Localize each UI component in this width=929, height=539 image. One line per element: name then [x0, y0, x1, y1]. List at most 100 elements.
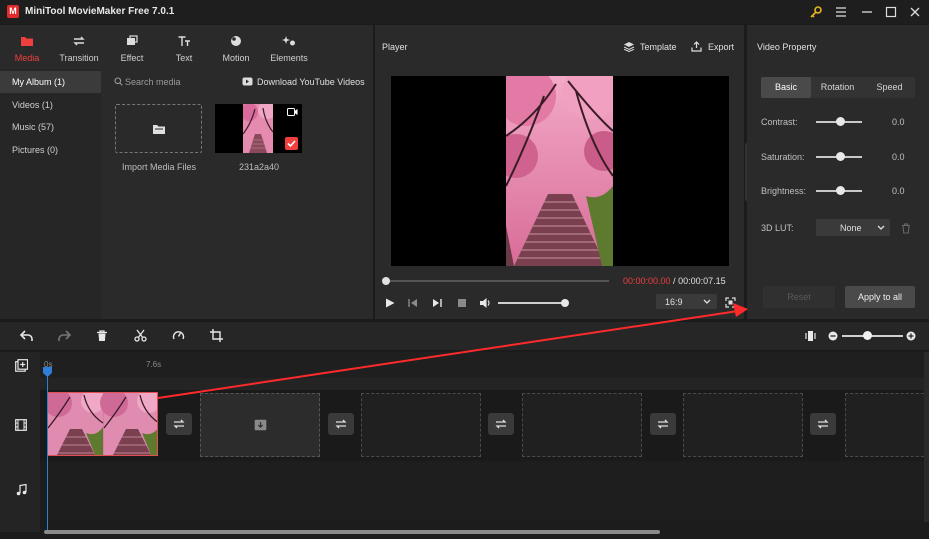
lut-label: 3D LUT: [761, 223, 794, 233]
apply-to-all-button[interactable]: Apply to all [845, 286, 915, 308]
minimize-icon[interactable] [860, 5, 876, 19]
tab-media[interactable]: Media [2, 34, 52, 63]
delete-icon[interactable] [96, 330, 108, 342]
volume-slider-track[interactable] [498, 302, 567, 304]
split-scissors-icon[interactable] [134, 329, 147, 342]
sidebar-item-videos[interactable]: Videos (1) [0, 94, 101, 116]
aspect-ratio-select[interactable]: 16:9 [656, 294, 717, 309]
timeline-video-clip[interactable] [47, 392, 158, 456]
download-icon [242, 77, 253, 86]
transition-icon [54, 34, 104, 48]
reset-button[interactable]: Reset [763, 286, 835, 308]
transition-icon [495, 419, 507, 429]
player-panel: Player Template Export 00:00:00.00 / 00:… [375, 25, 744, 319]
cherry-blossom-frame [506, 76, 613, 266]
track-header-column [0, 352, 40, 532]
lut-select[interactable]: None [816, 219, 890, 236]
import-media-button[interactable] [115, 104, 202, 153]
fullscreen-icon[interactable] [725, 297, 736, 308]
transition-slot-button[interactable] [328, 413, 354, 435]
undo-icon[interactable] [20, 330, 33, 342]
property-title: Video Property [757, 42, 817, 52]
sidebar-item-music[interactable]: Music (57) [0, 116, 101, 138]
stop-icon[interactable] [457, 298, 467, 308]
maximize-icon[interactable] [884, 5, 900, 19]
contrast-slider-handle[interactable] [836, 117, 845, 126]
zoom-out-icon[interactable] [828, 331, 838, 341]
media-clip-thumbnail[interactable] [215, 104, 302, 153]
volume-icon[interactable] [479, 297, 492, 309]
saturation-slider-handle[interactable] [836, 152, 845, 161]
folder-icon [2, 34, 52, 48]
chevron-down-icon [877, 225, 885, 230]
tab-text[interactable]: Text [159, 34, 209, 63]
play-icon[interactable] [385, 298, 395, 308]
tab-motion[interactable]: Motion [211, 34, 261, 63]
next-frame-icon[interactable] [432, 298, 442, 308]
zoom-in-icon[interactable] [906, 331, 916, 341]
close-icon[interactable] [908, 5, 924, 19]
ruler-mark-label: 7.6s [146, 360, 162, 369]
crop-icon[interactable] [210, 329, 223, 342]
layers-icon [623, 42, 635, 52]
tab-elements[interactable]: Elements [264, 34, 314, 63]
transition-slot-button[interactable] [810, 413, 836, 435]
saturation-label: Saturation: [761, 152, 805, 162]
fit-timeline-icon[interactable] [805, 330, 816, 342]
speed-icon[interactable] [172, 329, 185, 342]
brightness-slider-handle[interactable] [836, 186, 845, 195]
trash-icon[interactable] [901, 223, 911, 234]
timeline-vertical-scrollbar[interactable] [924, 352, 929, 522]
tab-rotation[interactable]: Rotation [812, 77, 863, 98]
timeline-drop-slot-active[interactable] [200, 393, 320, 457]
add-track-icon[interactable] [15, 359, 28, 372]
timeline-horizontal-scrollbar[interactable] [44, 530, 660, 534]
drop-media-icon [254, 419, 267, 431]
playback-progress-handle[interactable] [382, 277, 390, 285]
timeline-ruler[interactable]: 0s 7.6s [40, 352, 924, 378]
selected-check-icon[interactable] [285, 137, 298, 150]
key-icon[interactable] [809, 5, 825, 19]
app-logo: M [7, 5, 19, 18]
motion-icon [211, 34, 261, 48]
media-panel: Media Transition Effect Text Motion Elem… [0, 25, 373, 319]
volume-slider-handle[interactable] [561, 299, 569, 307]
clip-filmstrip [48, 393, 157, 455]
tab-speed[interactable]: Speed [864, 77, 915, 98]
zoom-slider-handle[interactable] [863, 331, 872, 340]
sidebar-item-my-album[interactable]: My Album (1) [0, 71, 101, 93]
ruler-lower-strip [40, 378, 924, 390]
previous-frame-icon[interactable] [408, 298, 418, 308]
video-preview[interactable] [391, 76, 729, 266]
tab-effect[interactable]: Effect [107, 34, 157, 63]
transition-icon [817, 419, 829, 429]
playhead-handle[interactable] [43, 367, 52, 377]
timeline-empty-slot[interactable] [522, 393, 642, 457]
tab-transition[interactable]: Transition [54, 34, 104, 63]
playhead-line [47, 370, 48, 530]
redo-icon[interactable] [58, 330, 71, 342]
transition-slot-button[interactable] [488, 413, 514, 435]
search-input[interactable]: Search media [125, 77, 181, 87]
contrast-label: Contrast: [761, 117, 798, 127]
sidebar-item-pictures[interactable]: Pictures (0) [0, 139, 101, 161]
search-icon [114, 77, 123, 86]
transition-icon [335, 419, 347, 429]
search-box[interactable]: Search media [114, 76, 224, 88]
brightness-value: 0.0 [892, 186, 905, 196]
menu-icon[interactable] [834, 5, 850, 19]
zoom-slider-track[interactable] [842, 335, 903, 337]
transition-icon [657, 419, 669, 429]
transition-slot-button[interactable] [650, 413, 676, 435]
timeline-empty-slot[interactable] [845, 393, 924, 457]
tab-basic[interactable]: Basic [761, 77, 811, 98]
music-track[interactable] [40, 462, 924, 520]
timeline-empty-slot[interactable] [683, 393, 803, 457]
chevron-down-icon [703, 299, 711, 304]
playback-progress-track[interactable] [385, 280, 609, 282]
contrast-value: 0.0 [892, 117, 905, 127]
timeline-empty-slot[interactable] [361, 393, 481, 457]
folder-icon [152, 124, 165, 134]
saturation-value: 0.0 [892, 152, 905, 162]
transition-slot-button[interactable] [166, 413, 192, 435]
